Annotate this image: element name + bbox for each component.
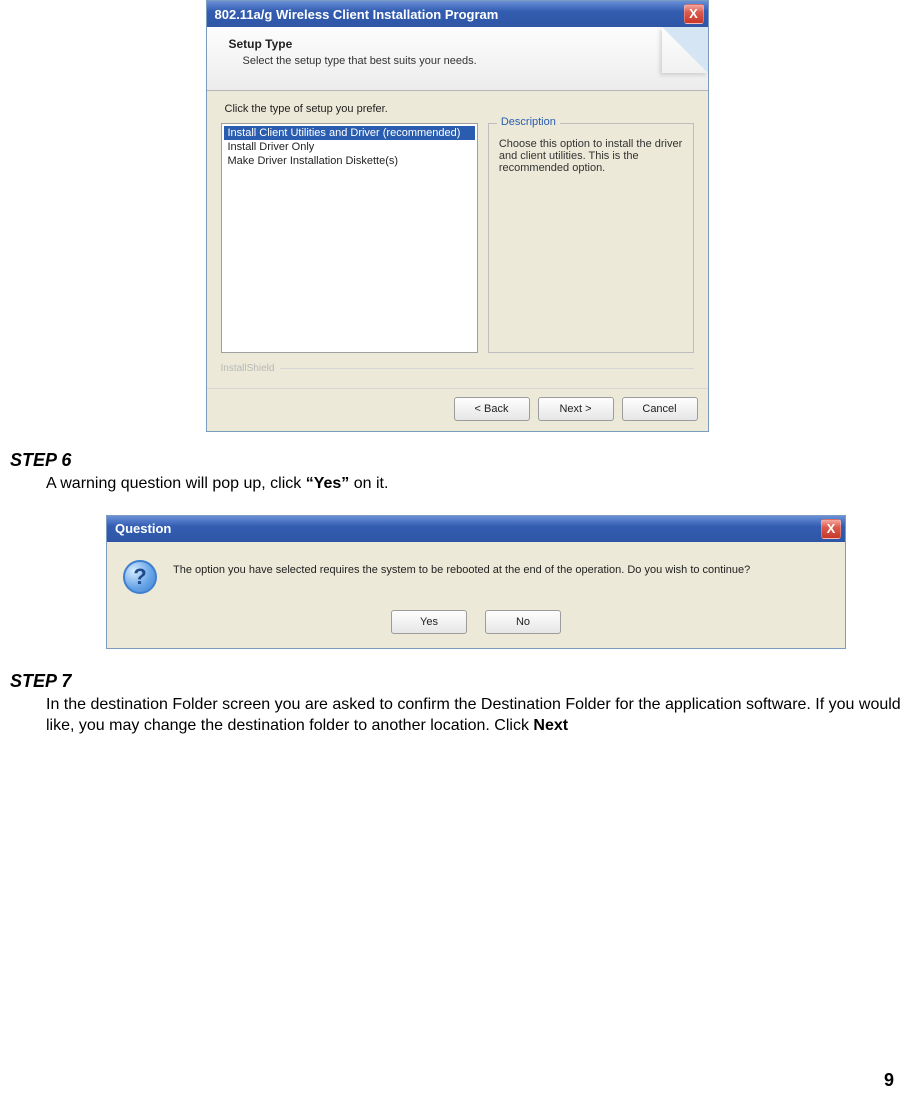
setup-type-listbox[interactable]: Install Client Utilities and Driver (rec… [221, 123, 478, 353]
step7-label: STEP 7 [10, 671, 904, 692]
list-item[interactable]: Install Client Utilities and Driver (rec… [224, 126, 475, 140]
question-message: The option you have selected requires th… [173, 560, 750, 576]
dialog-body: Click the type of setup you prefer. Inst… [207, 91, 708, 388]
prompt-text: Click the type of setup you prefer. [225, 103, 694, 115]
setup-type-desc: Select the setup type that best suits yo… [243, 55, 694, 67]
page-number: 9 [884, 1070, 894, 1091]
question-icon: ? [123, 560, 157, 594]
step6-text: A warning question will pop up, click “Y… [46, 473, 904, 495]
divider [280, 368, 693, 369]
button-row: < Back Next > Cancel [207, 388, 708, 431]
titlebar[interactable]: Question X [107, 516, 845, 542]
step7-text: In the destination Folder screen you are… [46, 694, 904, 737]
list-item[interactable]: Install Driver Only [224, 140, 475, 154]
description-legend: Description [497, 116, 560, 128]
description-text: Choose this option to install the driver… [499, 138, 683, 174]
close-icon[interactable]: X [684, 4, 704, 24]
close-icon[interactable]: X [821, 519, 841, 539]
cancel-button[interactable]: Cancel [622, 397, 698, 421]
page-curl-icon [642, 27, 708, 91]
question-dialog: Question X ? The option you have selecte… [106, 515, 846, 649]
description-panel: Description Choose this option to instal… [488, 123, 694, 353]
button-row: Yes No [107, 602, 845, 648]
no-button[interactable]: No [485, 610, 561, 634]
banner: Setup Type Select the setup type that be… [207, 27, 708, 91]
installer-dialog: 802.11a/g Wireless Client Installation P… [206, 0, 709, 432]
back-button[interactable]: < Back [454, 397, 530, 421]
titlebar[interactable]: 802.11a/g Wireless Client Installation P… [207, 1, 708, 27]
list-item[interactable]: Make Driver Installation Diskette(s) [224, 154, 475, 168]
window-title: Question [115, 521, 821, 536]
installshield-label: InstallShield [221, 363, 275, 374]
window-title: 802.11a/g Wireless Client Installation P… [215, 7, 684, 22]
yes-button[interactable]: Yes [391, 610, 467, 634]
step6-label: STEP 6 [10, 450, 904, 471]
next-button[interactable]: Next > [538, 397, 614, 421]
setup-type-title: Setup Type [229, 37, 694, 51]
